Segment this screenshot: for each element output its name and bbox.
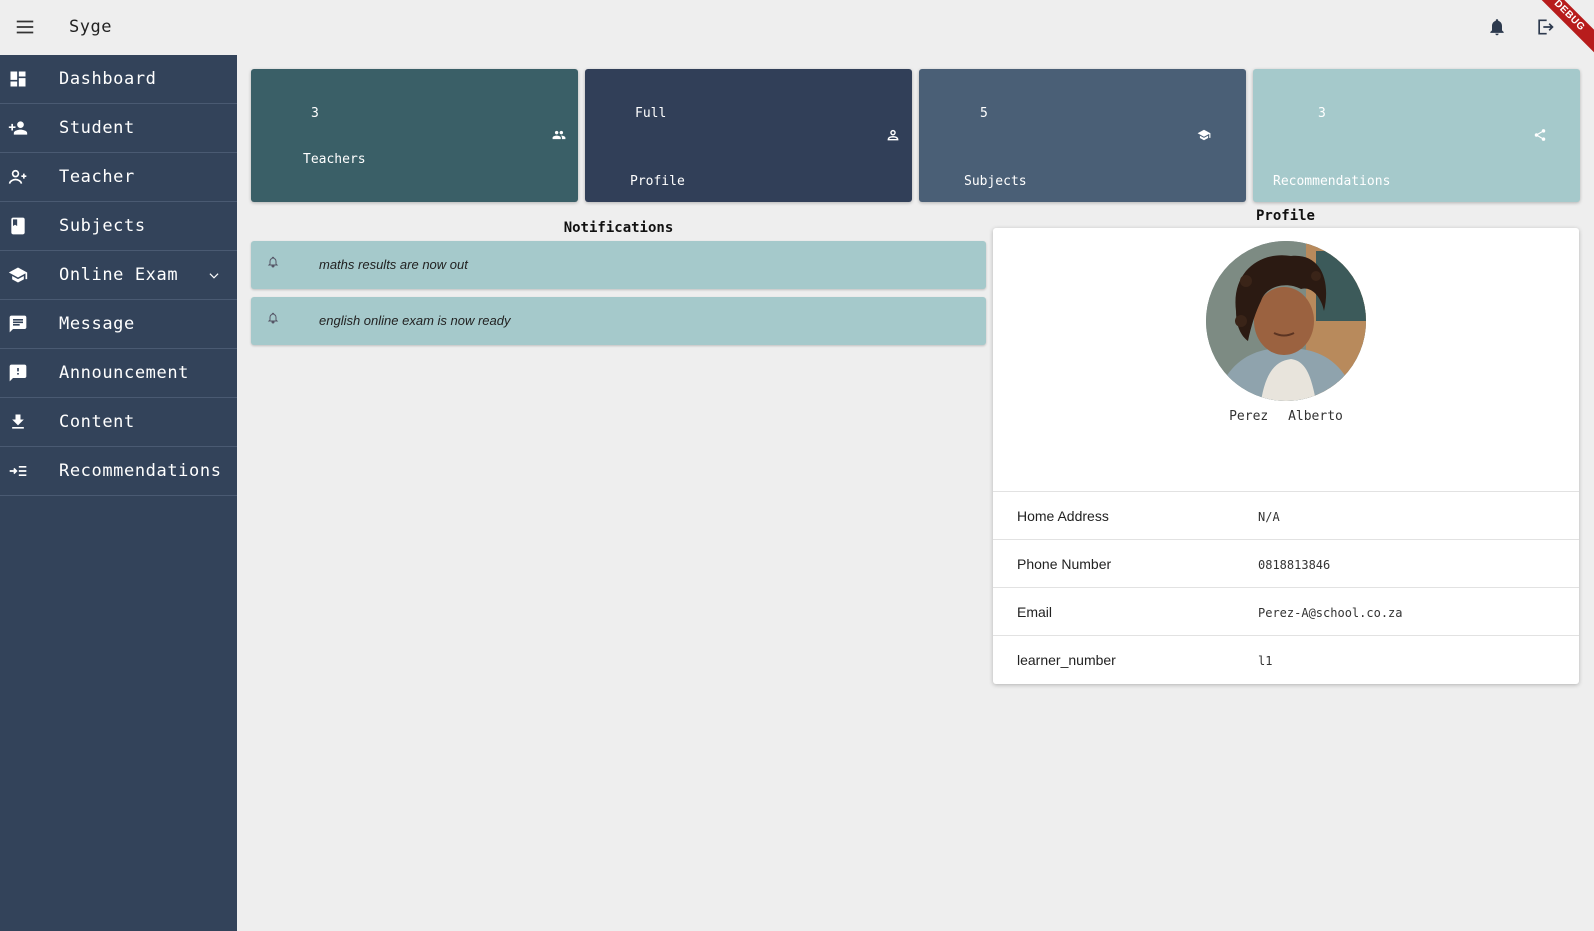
sidebar-item-content[interactable]: Content: [0, 398, 237, 447]
sidebar-item-teacher[interactable]: Teacher: [0, 153, 237, 202]
sidebar-item-label: Student: [59, 118, 135, 138]
profile-name: Perez Alberto: [993, 409, 1579, 424]
stat-value: 3: [1318, 106, 1326, 121]
share-icon: [1534, 129, 1546, 141]
stat-card-subjects[interactable]: 5 Subjects: [919, 69, 1246, 202]
notification-item[interactable]: english online exam is now ready: [251, 297, 986, 345]
stat-card-profile[interactable]: Full Profile: [585, 69, 912, 202]
info-row-phone-number: Phone Number 0818813846: [993, 539, 1579, 587]
sidebar-item-label: Message: [59, 314, 135, 334]
sidebar-item-label: Online Exam: [59, 265, 179, 285]
app-bar: Syge DEBUG: [0, 0, 1594, 61]
profile-title: Profile: [1255, 208, 1315, 224]
notification-item[interactable]: maths results are now out: [251, 241, 986, 289]
sidebar-item-label: Content: [59, 412, 135, 432]
profile-card: Perez Alberto Home Address N/A Phone Num…: [993, 228, 1579, 684]
info-key: learner_number: [1017, 652, 1116, 668]
stat-card-teachers[interactable]: 3 Teachers: [251, 69, 578, 202]
info-row-home-address: Home Address N/A: [993, 491, 1579, 539]
sidebar-item-message[interactable]: Message: [0, 300, 237, 349]
stat-value: 5: [980, 106, 988, 121]
info-key: Phone Number: [1017, 556, 1112, 572]
dashboard-icon: [10, 71, 26, 87]
chevron-down-icon[interactable]: [207, 269, 221, 283]
group-icon: [552, 130, 566, 140]
notification-text: english online exam is now ready: [319, 313, 511, 328]
stat-label: Teachers: [303, 152, 366, 167]
sidebar-item-online-exam[interactable]: Online Exam: [0, 251, 237, 300]
sidebar-item-dashboard[interactable]: Dashboard: [0, 55, 237, 104]
sidebar-item-recommendations[interactable]: Recommendations: [0, 447, 237, 496]
book-icon: [11, 217, 25, 235]
alarm-icon: [267, 312, 279, 324]
stat-value: Full: [635, 106, 667, 121]
playlist-icon: [9, 466, 27, 476]
sidebar-item-label: Subjects: [59, 216, 146, 236]
stat-value: 3: [311, 106, 319, 121]
sidebar-item-subjects[interactable]: Subjects: [0, 202, 237, 251]
profile-last-name: Alberto: [1288, 409, 1343, 424]
graduation-cap-icon: [1197, 129, 1211, 141]
menu-icon[interactable]: [14, 16, 36, 38]
stat-label: Profile: [630, 174, 685, 189]
logout-icon[interactable]: [1535, 17, 1555, 37]
app-title: Syge: [69, 17, 112, 37]
person-add-outline-icon: [8, 169, 27, 184]
sidebar-item-label: Dashboard: [59, 69, 157, 89]
sidebar: Dashboard Student Teacher Subjects Onlin…: [0, 55, 237, 931]
profile-first-name: Perez: [1229, 409, 1269, 424]
info-key: Home Address: [1017, 508, 1109, 524]
alarm-icon: [267, 256, 279, 268]
stat-label: Subjects: [964, 174, 1027, 189]
avatar: [1206, 241, 1366, 401]
sidebar-item-label: Announcement: [59, 363, 190, 383]
info-value: N/A: [1258, 510, 1280, 524]
stat-label: Recommendations: [1273, 174, 1391, 189]
stat-card-recommendations[interactable]: 3 Recommendations: [1253, 69, 1580, 202]
person-icon: [887, 129, 899, 141]
sidebar-item-label: Recommendations: [59, 461, 222, 481]
info-value: l1: [1258, 654, 1273, 668]
graduation-cap-icon: [8, 267, 28, 283]
info-value: Perez-A@school.co.za: [1258, 606, 1403, 620]
notification-text: maths results are now out: [319, 257, 468, 272]
sidebar-item-announcement[interactable]: Announcement: [0, 349, 237, 398]
info-key: Email: [1017, 604, 1053, 620]
bell-icon[interactable]: [1487, 17, 1507, 37]
notifications-title: Notifications: [563, 220, 674, 236]
sidebar-item-label: Teacher: [59, 167, 135, 187]
info-row-learner-number: learner_number l1: [993, 635, 1579, 683]
sidebar-item-student[interactable]: Student: [0, 104, 237, 153]
feedback-icon: [9, 364, 27, 382]
info-row-email: Email Perez-A@school.co.za: [993, 587, 1579, 635]
person-add-icon: [8, 121, 28, 135]
download-icon: [12, 414, 24, 429]
info-value: 0818813846: [1258, 558, 1331, 572]
chat-icon: [9, 315, 27, 333]
